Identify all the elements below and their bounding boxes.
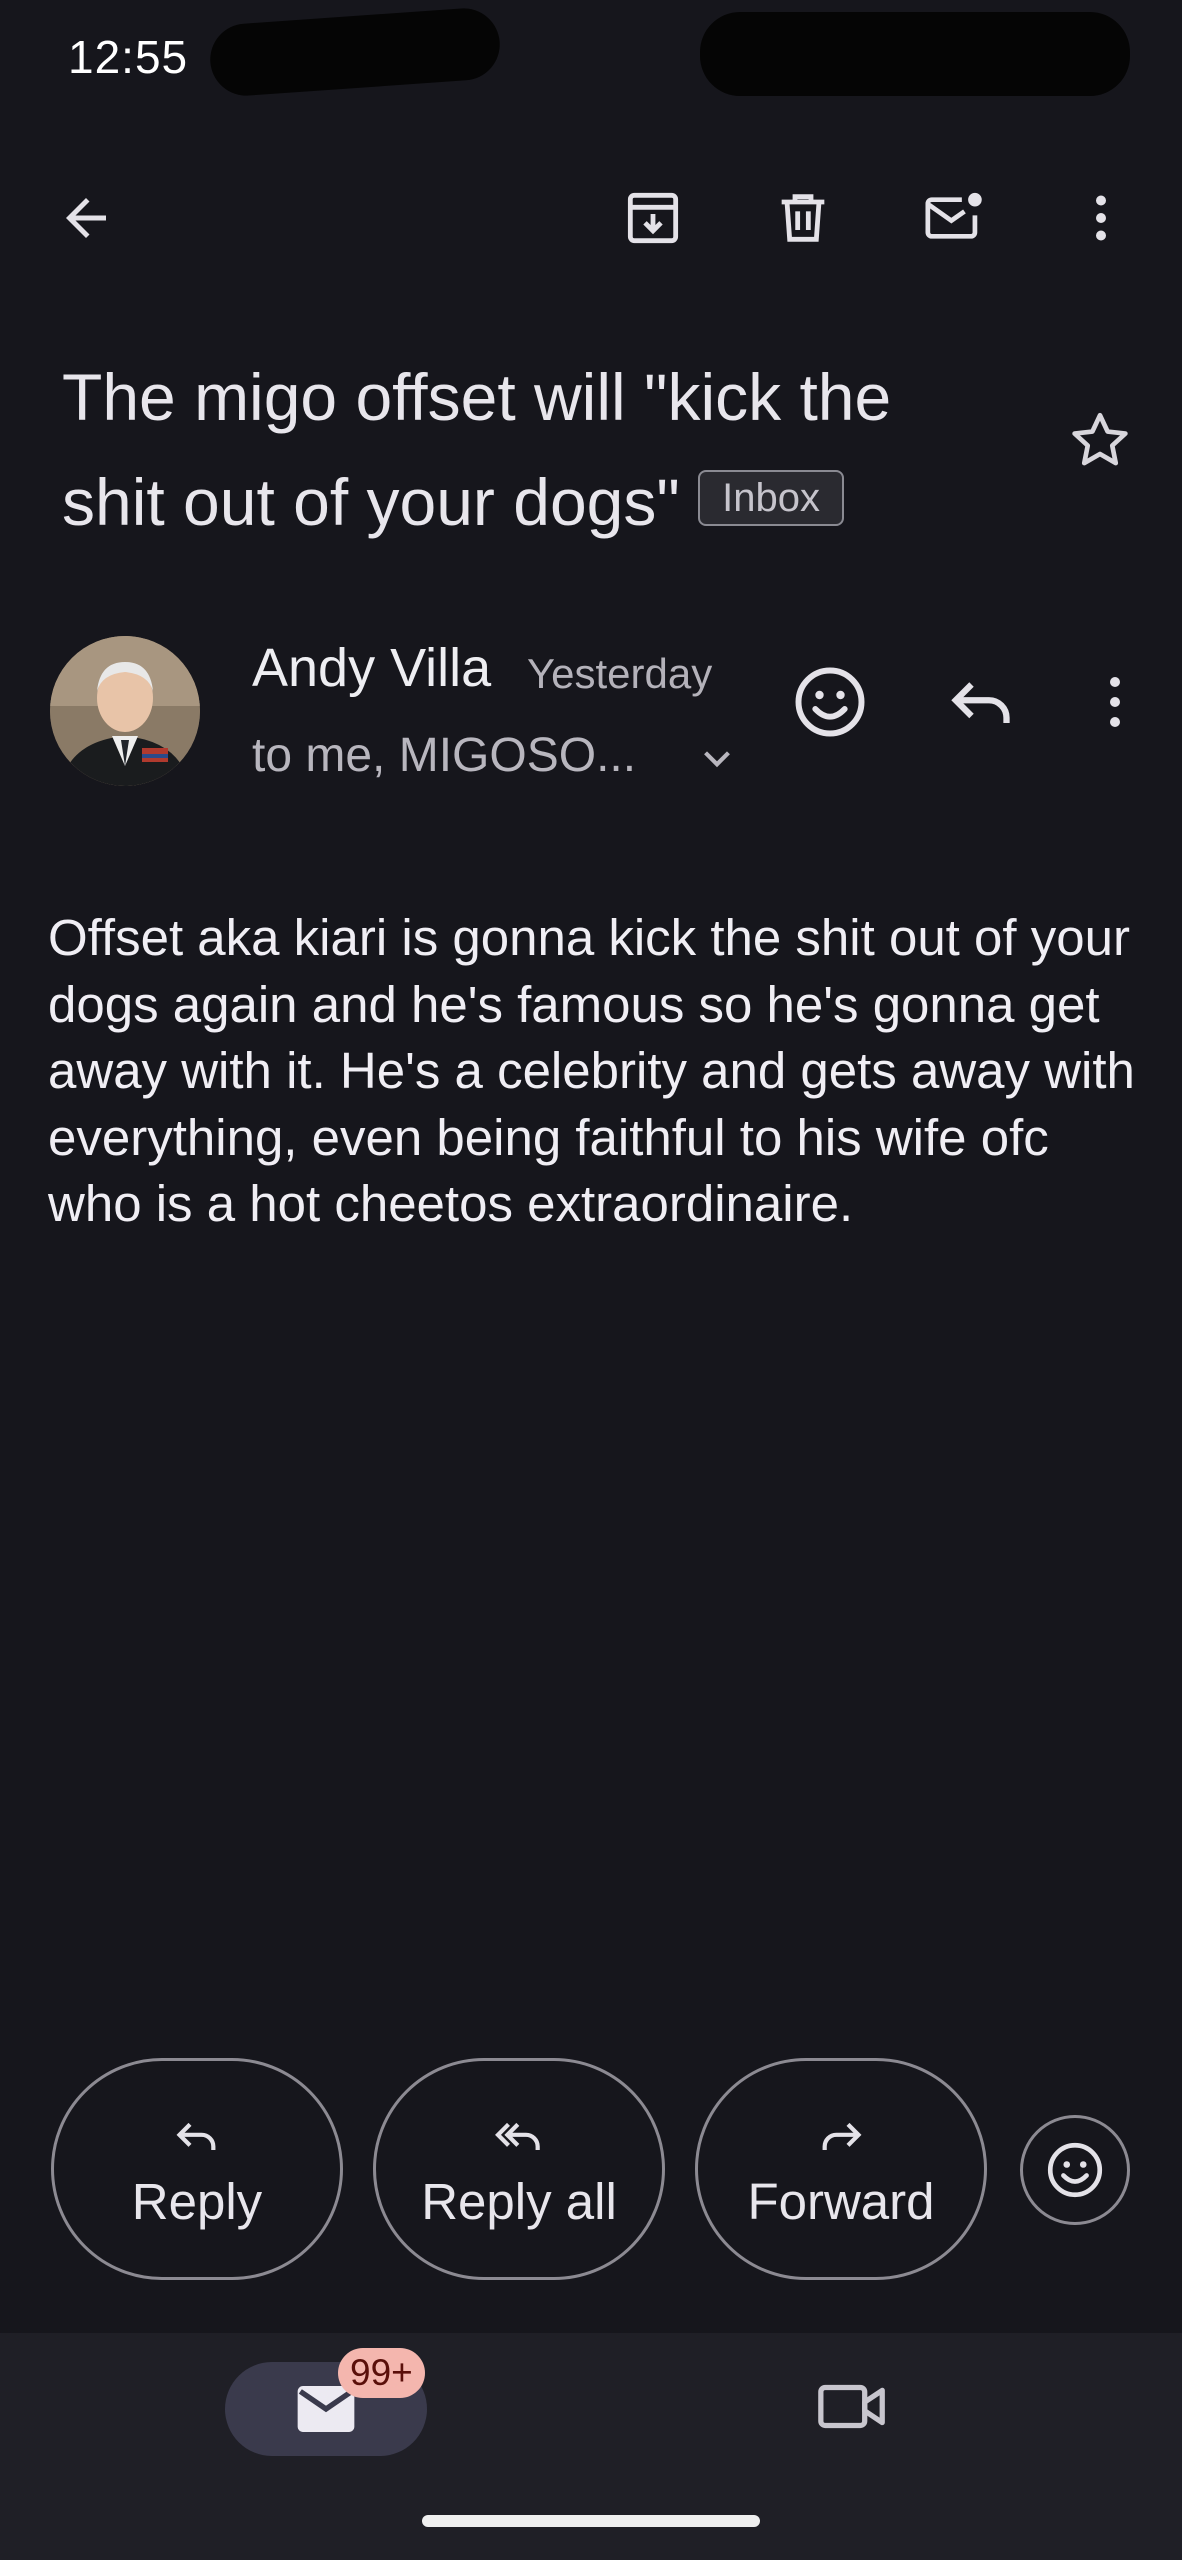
sender-name[interactable]: Andy Villa [252,637,491,699]
more-vert-icon [1096,195,1106,241]
reply-icon [176,2122,216,2150]
archive-button[interactable] [605,170,701,266]
video-camera-icon [818,2384,885,2429]
redaction-mark [700,12,1130,96]
reply-all-icon [495,2122,540,2150]
arrow-back-icon [66,198,106,238]
sent-time: Yesterday [527,650,713,697]
unread-count-badge: 99+ [338,2348,425,2398]
reply-icon [951,682,1010,723]
star-icon [1072,412,1128,466]
emoji-icon [795,667,865,737]
reply-button[interactable]: Reply [51,2058,343,2280]
email-body: Offset aka kiari is gonna kick the shit … [48,909,1135,1232]
reply-all-label: Reply all [421,2172,617,2230]
expand-details-button[interactable] [692,733,742,783]
forward-label: Forward [747,2172,935,2230]
sender-photo [50,636,200,786]
subject-line: The migo offset will "kick the [62,360,892,434]
more-vert-icon [1110,677,1120,727]
status-time: 12:55 [68,31,189,83]
emoji-icon [1047,2142,1103,2198]
mail-unread-icon [925,192,982,239]
star-button[interactable] [1065,405,1145,485]
reply-icon-button[interactable] [940,660,1024,744]
forward-button[interactable]: Forward [695,2058,987,2280]
trash-icon [781,194,825,242]
recipients[interactable]: to me, MIGOSO... [252,728,636,783]
subject-line-wrap: shit out of your dogs" Inbox [62,450,1062,555]
nav-meet-tab[interactable] [815,2372,899,2442]
message-more-button[interactable] [1085,660,1155,744]
archive-icon [627,192,679,244]
reply-all-button[interactable]: Reply all [373,2058,665,2280]
home-indicator[interactable] [422,2515,760,2527]
react-button[interactable] [1020,2115,1130,2225]
more-options-button[interactable] [1053,170,1149,266]
back-button[interactable] [38,170,134,266]
add-reaction-button[interactable] [788,660,872,744]
forward-icon [822,2122,862,2150]
delete-button[interactable] [755,170,851,266]
reply-label: Reply [131,2172,263,2230]
chevron-down-icon [704,751,730,768]
subject-line: shit out of your dogs" [62,465,680,539]
avatar[interactable] [50,636,200,786]
email-subject: The migo offset will "kick the shit out … [62,345,1062,555]
inbox-label-badge[interactable]: Inbox [698,469,844,526]
mark-unread-button[interactable] [906,170,1002,266]
redaction-mark [207,5,503,99]
